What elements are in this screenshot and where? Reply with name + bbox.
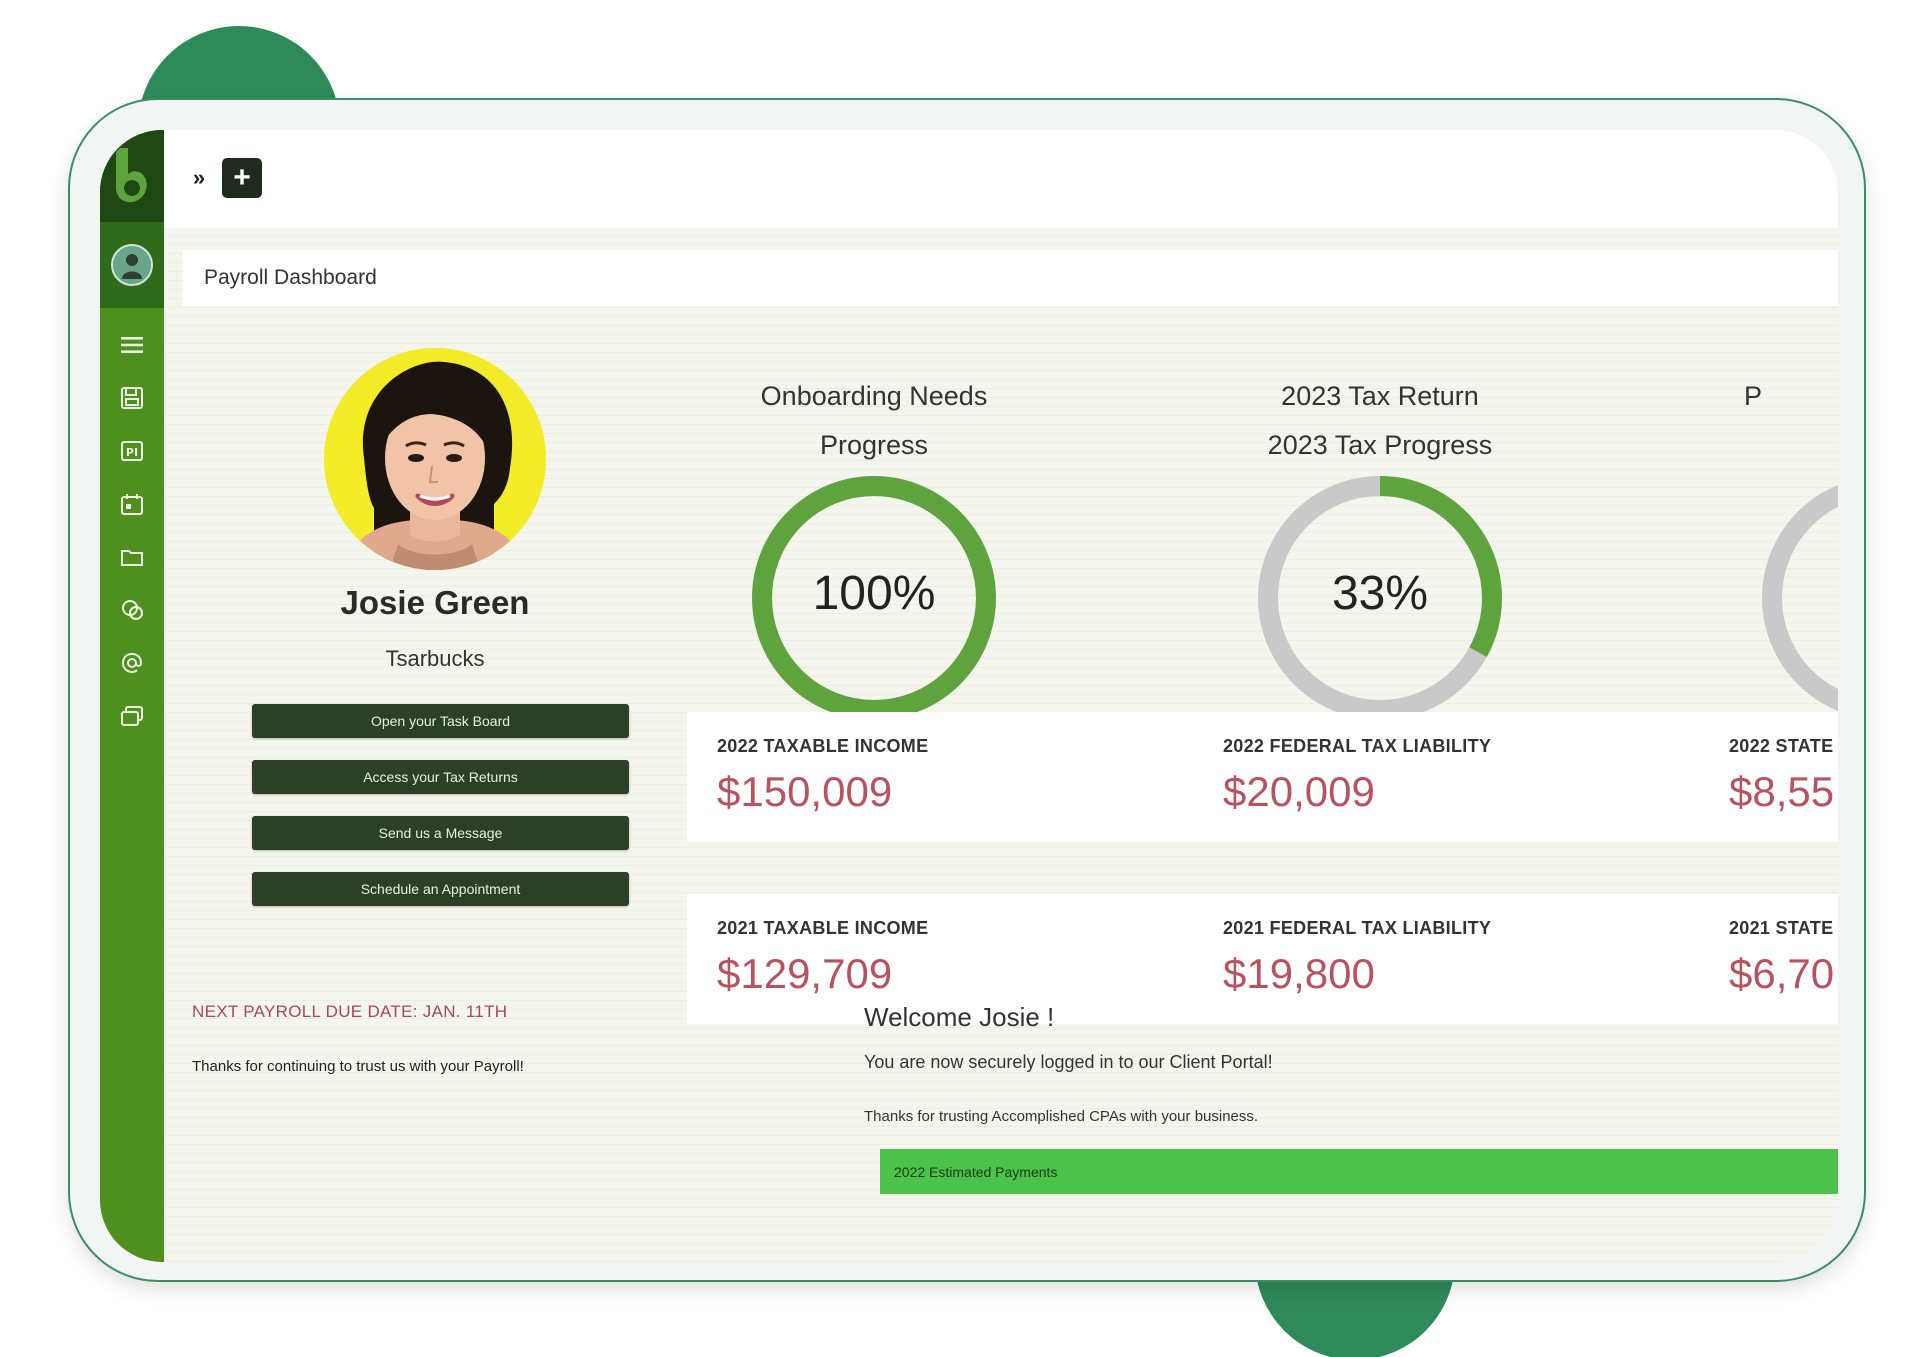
stats-row-2022: 2022 TAXABLE INCOME $150,009 2022 FEDERA… xyxy=(687,712,1838,842)
main-content: Payroll Dashboard Josie Green Tsarbucks … xyxy=(164,228,1838,1262)
profile-name: Josie Green xyxy=(340,584,530,621)
gauge-title-third: P xyxy=(1744,372,1804,421)
stat-value: $20,009 xyxy=(1223,768,1375,815)
gauge-title-line2: Progress xyxy=(819,430,929,460)
stat-value: $6,70 xyxy=(1729,950,1835,997)
tax-progress-percent-label: 33% xyxy=(1331,567,1429,620)
windows-icon[interactable] xyxy=(117,701,147,731)
svg-text:PI: PI xyxy=(126,446,138,459)
onboarding-percent-label: 100% xyxy=(812,567,936,620)
gauge-title-line1: 2023 Tax Return xyxy=(1281,381,1479,411)
calendar-icon[interactable] xyxy=(117,489,147,519)
open-task-board-button[interactable]: Open your Task Board xyxy=(252,704,629,738)
estimated-payments-bar[interactable]: 2022 Estimated Payments xyxy=(880,1149,1838,1194)
stage: PI » + Payroll Dashboard Josie Green Tsa… xyxy=(0,0,1920,1357)
schedule-appointment-button[interactable]: Schedule an Appointment xyxy=(252,872,629,906)
profile-company: Tsarbucks xyxy=(385,646,485,671)
stat-value: $150,009 xyxy=(717,768,893,815)
stat-value: $8,55 xyxy=(1729,768,1835,815)
sidebar: PI xyxy=(100,130,164,1262)
estimated-payments-label: 2022 Estimated Payments xyxy=(894,1163,1058,1180)
page-title: Payroll Dashboard xyxy=(204,266,377,289)
gauge-title-line1: Onboarding Needs xyxy=(760,381,988,411)
user-icon xyxy=(122,254,142,279)
app-screen: PI » + Payroll Dashboard Josie Green Tsa… xyxy=(100,130,1838,1262)
profile-portrait-image xyxy=(324,348,546,570)
stat-label: 2022 TAXABLE INCOME xyxy=(717,736,929,756)
stat-label: 2021 TAXABLE INCOME xyxy=(717,918,929,938)
top-bar: » + xyxy=(164,130,1838,228)
app-logo[interactable] xyxy=(100,130,164,222)
add-button[interactable]: + xyxy=(222,158,262,198)
stat-label: 2022 FEDERAL TAX LIABILITY xyxy=(1223,736,1492,756)
ring-track xyxy=(1762,485,1838,711)
gauge-title-tax-return: 2023 Tax Return 2023 Tax Progress xyxy=(1230,372,1530,470)
save-icon[interactable] xyxy=(117,383,147,413)
stat-value: $19,800 xyxy=(1223,950,1375,997)
folder-icon[interactable] xyxy=(117,542,147,572)
next-payroll-due-date: NEXT PAYROLL DUE DATE: JAN. 11TH xyxy=(192,1002,508,1021)
pi-card-icon[interactable]: PI xyxy=(117,436,147,466)
stat-label: 2021 FEDERAL TAX LIABILITY xyxy=(1223,918,1492,938)
stats-row-2021: 2021 TAXABLE INCOME $129,709 2021 FEDERA… xyxy=(687,894,1838,1024)
stat-value: $129,709 xyxy=(717,950,893,997)
menu-icon[interactable] xyxy=(117,330,147,360)
expand-sidebar-button[interactable]: » xyxy=(186,160,212,196)
sidebar-avatar[interactable] xyxy=(111,244,153,286)
stat-label: 2021 STATE xyxy=(1729,918,1834,938)
support-chat-icon[interactable] xyxy=(117,595,147,625)
page-title-bar: Payroll Dashboard xyxy=(182,250,1838,306)
payroll-thanks-text: Thanks for continuing to trust us with y… xyxy=(192,1058,524,1075)
logo-icon xyxy=(116,148,147,203)
gauge-title-line2: P xyxy=(1744,381,1763,411)
send-message-button[interactable]: Send us a Message xyxy=(252,816,629,850)
profile-photo xyxy=(324,348,546,570)
gauge-title-onboarding: Onboarding Needs Progress xyxy=(744,372,1004,470)
welcome-title: Welcome Josie ! xyxy=(864,1002,1055,1032)
device-frame: PI » + Payroll Dashboard Josie Green Tsa… xyxy=(68,98,1866,1282)
welcome-message: You are now securely logged in to our Cl… xyxy=(864,1052,1273,1072)
third-progress-ring xyxy=(1762,476,1838,720)
access-tax-returns-button[interactable]: Access your Tax Returns xyxy=(252,760,629,794)
welcome-thanks: Thanks for trusting Accomplished CPAs wi… xyxy=(864,1108,1259,1125)
stat-label: 2022 STATE xyxy=(1729,736,1834,756)
gauge-title-line2: 2023 Tax Progress xyxy=(1267,430,1493,460)
at-sign-icon[interactable] xyxy=(117,648,147,678)
sidebar-avatar-band xyxy=(100,222,164,308)
